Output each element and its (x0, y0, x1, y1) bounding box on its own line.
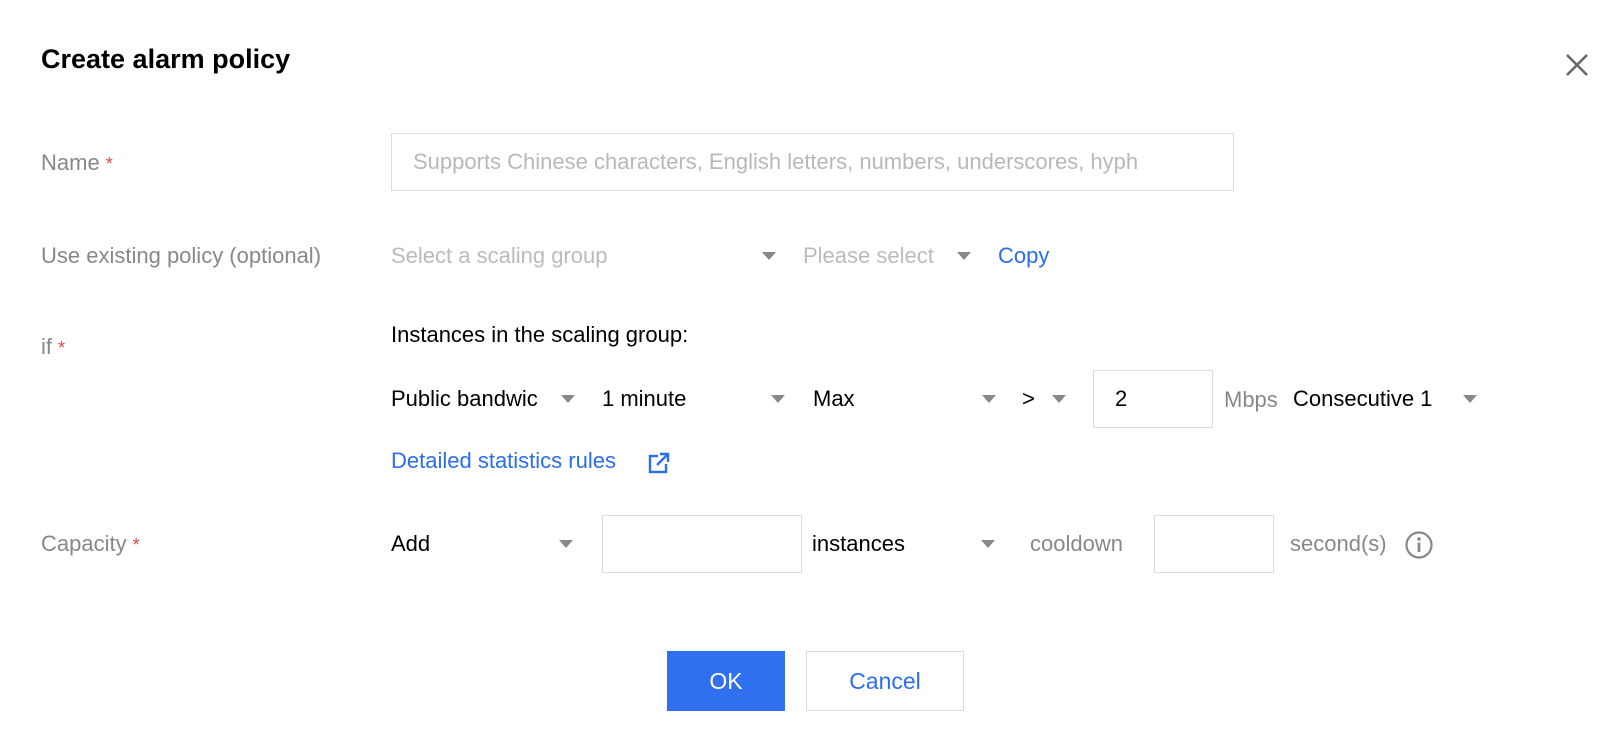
info-icon[interactable] (1404, 530, 1434, 560)
capacity-label-text: Capacity (41, 531, 127, 556)
chevron-down-icon (957, 252, 971, 260)
cooldown-input[interactable] (1154, 515, 1274, 573)
stats-rules-link[interactable]: Detailed statistics rules (391, 448, 670, 480)
if-label-text: if (41, 334, 52, 359)
chevron-down-icon (982, 395, 996, 403)
create-alarm-policy-dialog: Create alarm policy Name* Use existing p… (0, 0, 1620, 750)
capacity-action-value: Add (391, 531, 431, 556)
if-label: if * (41, 334, 65, 360)
dialog-title: Create alarm policy (41, 44, 291, 74)
chevron-down-icon (981, 540, 995, 548)
required-mark: * (58, 338, 66, 358)
capacity-unit-value: instances (812, 531, 905, 556)
name-label-text: Name (41, 150, 100, 175)
operator-value: > (1022, 386, 1035, 411)
chevron-down-icon (1463, 395, 1477, 403)
seconds-label: second(s) (1290, 531, 1387, 556)
ok-button[interactable]: OK (667, 651, 785, 711)
chevron-down-icon (561, 395, 575, 403)
statistic-select[interactable]: Max (813, 379, 1001, 419)
copy-link[interactable]: Copy (998, 243, 1049, 269)
consecutive-select[interactable]: Consecutive 1 (1293, 379, 1483, 419)
close-icon (1566, 54, 1588, 76)
threshold-input[interactable] (1093, 370, 1213, 428)
required-mark: * (132, 535, 140, 555)
scaling-group-select[interactable]: Select a scaling group (391, 236, 781, 276)
required-mark: * (105, 154, 113, 174)
policy-placeholder: Please select (803, 243, 934, 268)
name-input[interactable] (391, 133, 1234, 191)
chevron-down-icon (559, 540, 573, 548)
metric-value: Public bandwic (391, 386, 538, 411)
condition-intro: Instances in the scaling group: (391, 322, 689, 347)
close-button[interactable] (1562, 50, 1592, 80)
capacity-action-select[interactable]: Add (391, 524, 581, 564)
chevron-down-icon (1052, 395, 1066, 403)
scaling-group-placeholder: Select a scaling group (391, 243, 608, 268)
chevron-down-icon (762, 252, 776, 260)
cancel-button[interactable]: Cancel (806, 651, 964, 711)
operator-select[interactable]: > (1022, 379, 1072, 419)
consecutive-value: Consecutive 1 (1293, 386, 1433, 411)
stats-rules-link-text: Detailed statistics rules (391, 448, 616, 473)
existing-policy-label: Use existing policy (optional) (41, 243, 322, 268)
capacity-unit-select[interactable]: instances (812, 524, 1004, 564)
name-label: Name * (41, 150, 113, 176)
cooldown-label: cooldown (1030, 531, 1123, 556)
statistic-value: Max (813, 386, 855, 411)
metric-select[interactable]: Public bandwic (391, 379, 577, 419)
external-link-icon (648, 452, 670, 474)
capacity-label: Capacity * (41, 531, 140, 557)
capacity-amount-input[interactable] (602, 515, 802, 573)
chevron-down-icon (771, 395, 785, 403)
threshold-unit: Mbps (1224, 387, 1278, 412)
policy-select[interactable]: Please select (803, 236, 975, 276)
period-value: 1 minute (602, 386, 687, 411)
period-select[interactable]: 1 minute (602, 379, 790, 419)
